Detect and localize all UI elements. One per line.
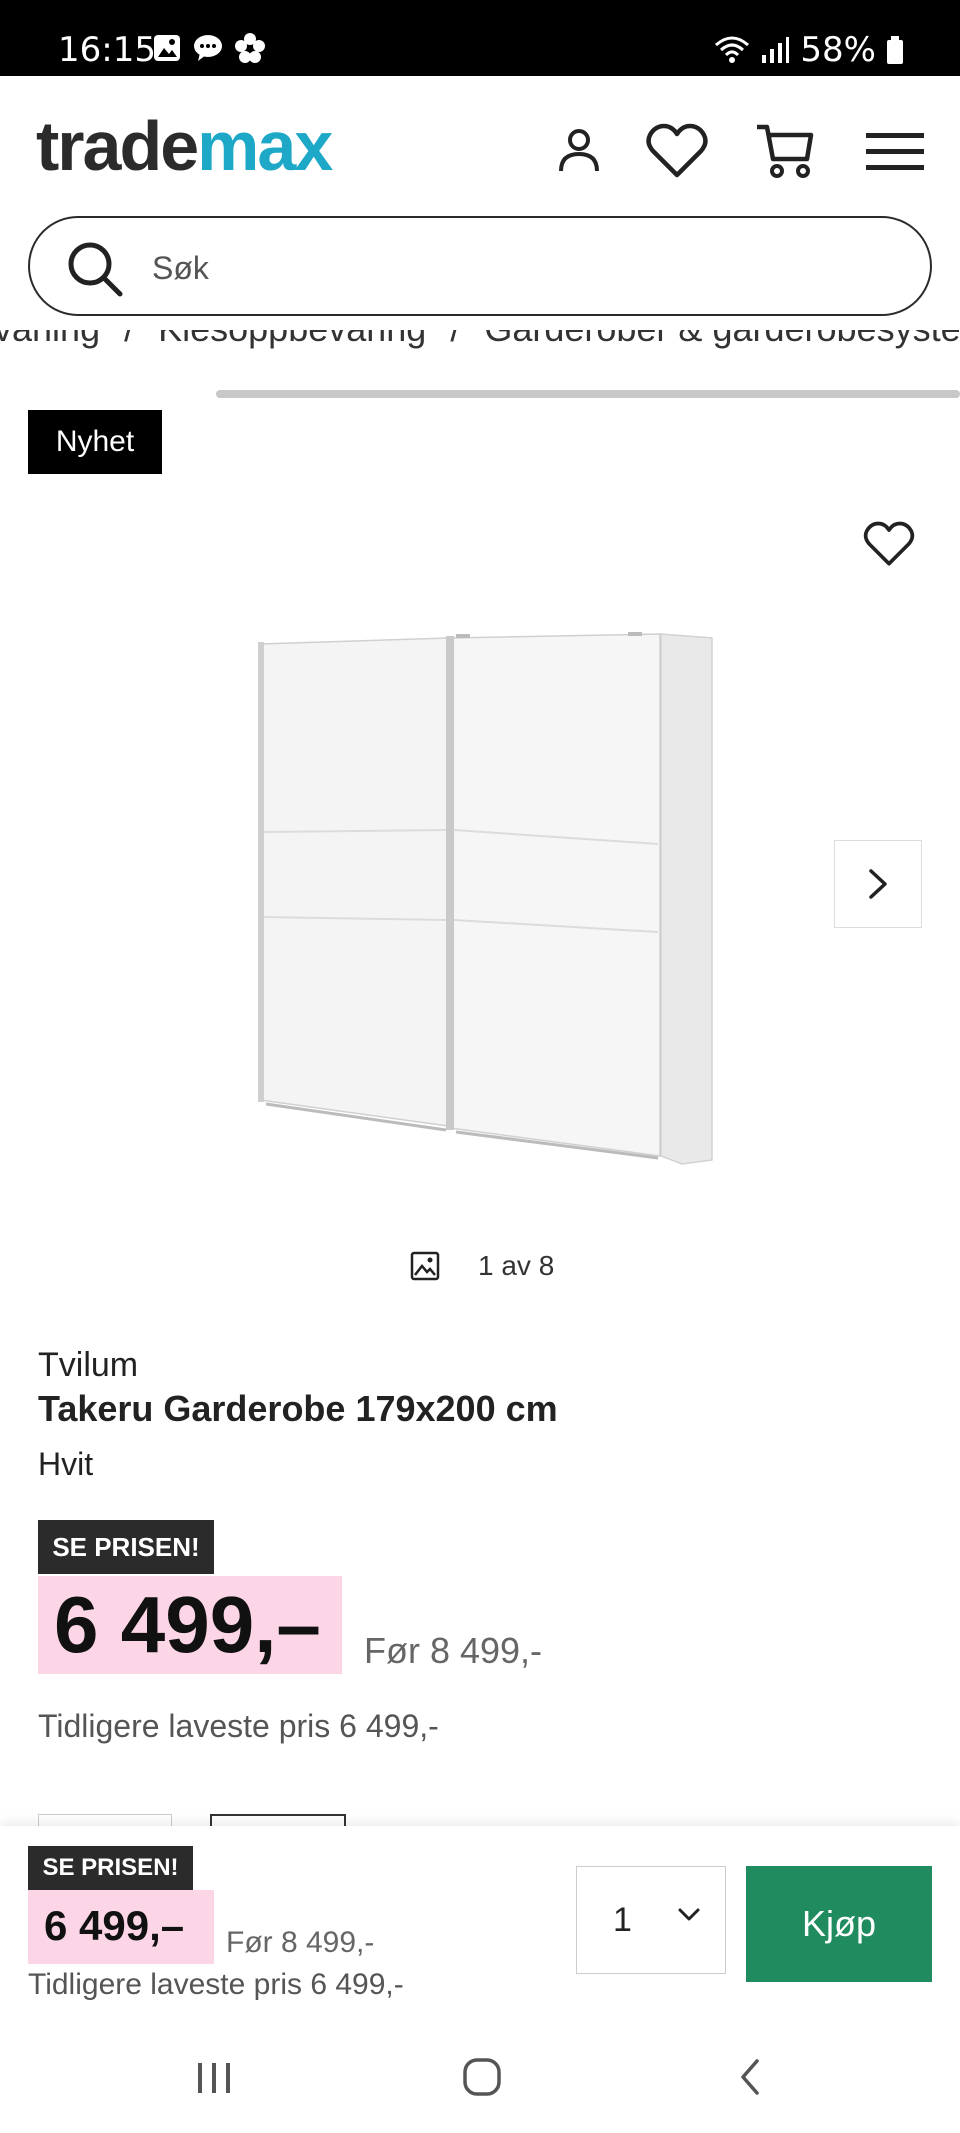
back-icon [741,2059,759,2095]
battery-percentage: 58% [800,30,876,70]
before-price: Før 8 499,- [364,1630,543,1671]
home-icon [463,2058,501,2096]
gallery-notification-icon [154,35,180,61]
previous-lowest-price: Tidligere laveste pris 6 499,- [38,1708,439,1744]
search-input[interactable] [152,242,852,294]
home-button[interactable] [452,2052,512,2102]
notification-icons [152,32,266,64]
quantity-value: 1 [613,1900,632,1939]
heart-icon [646,123,708,178]
chat-notification-icon [194,35,222,61]
breadcrumb-scrollbar[interactable] [216,390,960,398]
search-bar[interactable] [28,216,932,316]
breadcrumb-separator: / [124,330,134,349]
next-image-button[interactable] [834,840,922,928]
quantity-select[interactable]: 1 [576,1866,726,1974]
battery-icon [887,36,903,64]
recent-apps-button[interactable] [184,2052,244,2102]
flower-notification-icon [235,33,265,63]
system-nav-bar [0,2022,960,2133]
promo-badge: SE PRISEN! [28,1846,193,1890]
account-button[interactable] [544,116,614,186]
product-brand[interactable]: Tvilum [38,1346,138,1385]
status-right: 58% [714,30,904,70]
buy-button[interactable]: Kjøp [746,1866,932,1982]
chevron-down-icon [678,1908,700,1921]
favorite-button[interactable] [858,514,920,574]
site-header: trademax [0,76,960,206]
menu-button[interactable] [860,116,930,186]
cart-icon [757,124,814,178]
breadcrumb: vaning / Klesoppbevaring / Garderober & gard… [0,330,960,360]
breadcrumb-item[interactable]: Klesoppbevaring [158,330,426,349]
breadcrumb-item[interactable]: vaning [0,330,100,349]
image-counter-text: 1 av 8 [478,1250,555,1281]
sticky-buy-bar: SE PRISEN! 6 499,– Før 8 499,- Tidligere… [0,1826,960,2022]
product-title: Takeru Garderobe 179x200 cm [38,1388,558,1429]
new-badge: Nyhet [28,410,162,474]
product-price: 6 499,– [54,1580,321,1669]
back-button[interactable] [720,2052,780,2102]
status-bar: 16:15 58% [0,0,960,76]
recent-apps-icon [198,2063,230,2093]
image-counter: 1 av 8 [410,1250,554,1282]
chevron-right-icon [869,869,887,899]
menu-icon [866,133,924,170]
product-image[interactable] [256,630,716,1170]
image-gallery-icon [410,1251,440,1281]
heart-icon [863,521,915,566]
buy-bar-before-price: Før 8 499,- [226,1926,375,1959]
product-variant: Hvit [38,1446,94,1482]
breadcrumb-item[interactable]: Garderober & garderobesystem [484,330,960,349]
cart-button[interactable] [750,116,820,186]
user-icon [559,129,599,172]
wifi-icon [715,36,750,63]
signal-icon [762,37,790,63]
buy-bar-previous-lowest: Tidligere laveste pris 6 499,- [28,1968,404,2001]
promo-badge: SE PRISEN! [38,1520,214,1574]
search-icon [68,242,123,297]
trademax-logo[interactable]: trademax [36,106,333,186]
buy-bar-price: 6 499,– [44,1902,185,1949]
status-time: 16:15 [58,30,156,70]
breadcrumb-separator: / [450,330,460,349]
wishlist-button[interactable] [642,116,712,186]
